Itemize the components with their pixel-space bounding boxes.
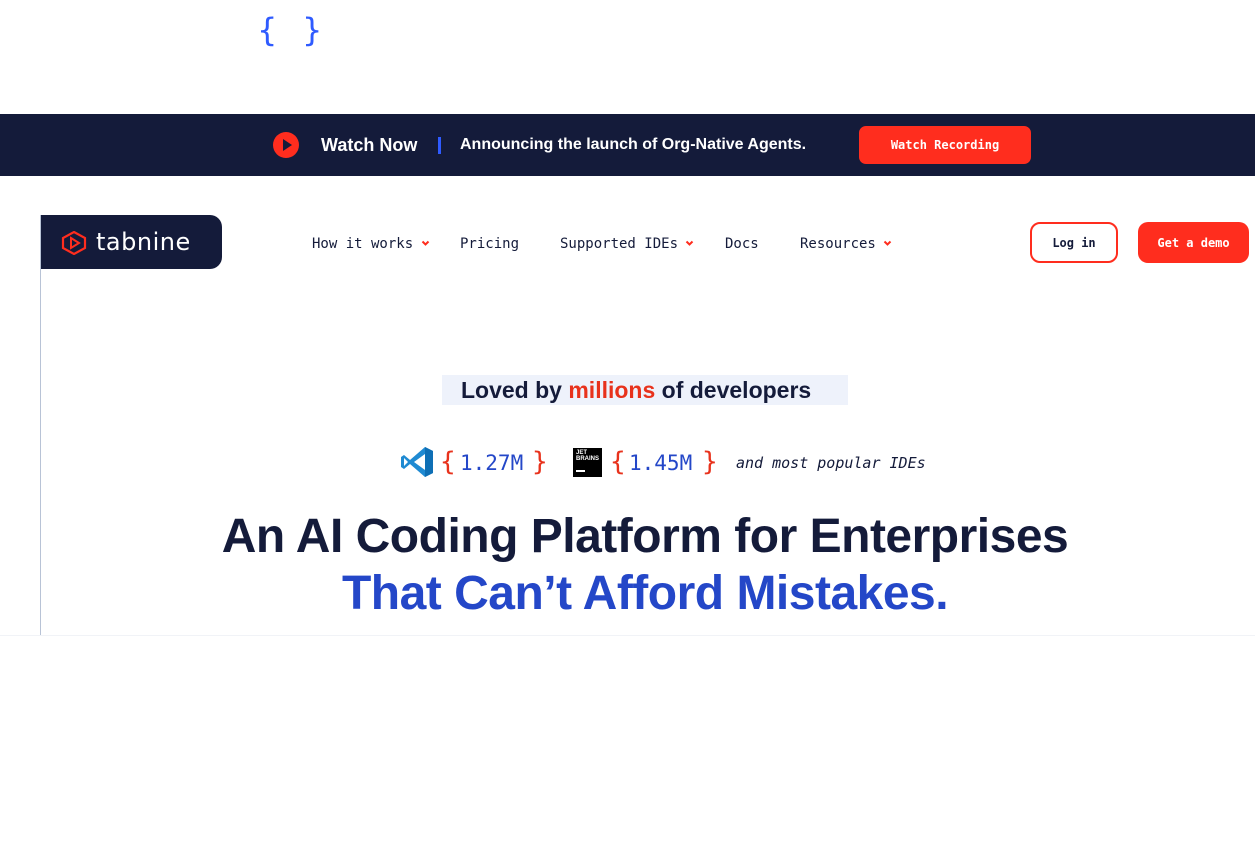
jetbrains-brace-open: { xyxy=(610,447,626,477)
jetbrains-brace-close: } xyxy=(702,447,718,477)
jetbrains-logo-text: JET BRAINS xyxy=(576,450,600,462)
popular-ides-text: and most popular IDEs xyxy=(736,454,926,472)
jetbrains-logo-line xyxy=(576,470,585,472)
play-icon xyxy=(273,132,299,158)
jetbrains-count: 1.45M xyxy=(629,451,693,475)
chevron-down-icon xyxy=(883,240,892,246)
get-demo-button[interactable]: Get a demo xyxy=(1138,222,1249,263)
tabnine-logo[interactable]: tabnine xyxy=(41,215,222,269)
loved-prefix: Loved by xyxy=(461,377,569,403)
banner-divider xyxy=(438,137,441,154)
loved-by-tagline: Loved by millions of developers xyxy=(442,375,848,405)
announcement-text: Announcing the launch of Org-Native Agen… xyxy=(460,136,807,153)
vscode-count: 1.27M xyxy=(460,451,524,475)
section-divider xyxy=(0,635,1255,636)
vscode-icon xyxy=(401,447,433,477)
watch-now-link[interactable]: Watch Now xyxy=(321,133,417,157)
nav-resources[interactable]: Resources xyxy=(800,235,876,253)
headline-line-1: An AI Coding Platform for Enterprises xyxy=(221,510,1069,563)
nav-how-it-works[interactable]: How it works xyxy=(312,235,413,253)
vscode-brace-close: } xyxy=(532,447,548,477)
loved-highlight: millions xyxy=(568,377,656,403)
banner-brace-close: } xyxy=(302,11,323,49)
login-button[interactable]: Log in xyxy=(1030,222,1118,263)
nav-pricing[interactable]: Pricing xyxy=(460,235,519,253)
vscode-brace-open: { xyxy=(440,447,456,477)
watch-recording-button[interactable]: Watch Recording xyxy=(859,126,1031,164)
nav-docs[interactable]: Docs xyxy=(725,235,759,253)
tabnine-hexagon-icon xyxy=(61,231,87,255)
chevron-down-icon xyxy=(421,240,430,246)
jetbrains-icon: JET BRAINS xyxy=(573,448,602,477)
nav-supported-ides[interactable]: Supported IDEs xyxy=(560,235,678,253)
chevron-down-icon xyxy=(685,240,694,246)
headline-line-2: That Can’t Afford Mistakes. xyxy=(341,567,949,620)
logo-text: tabnine xyxy=(96,228,191,256)
banner-brace-open: { xyxy=(257,11,278,49)
loved-suffix: of developers xyxy=(655,377,812,403)
